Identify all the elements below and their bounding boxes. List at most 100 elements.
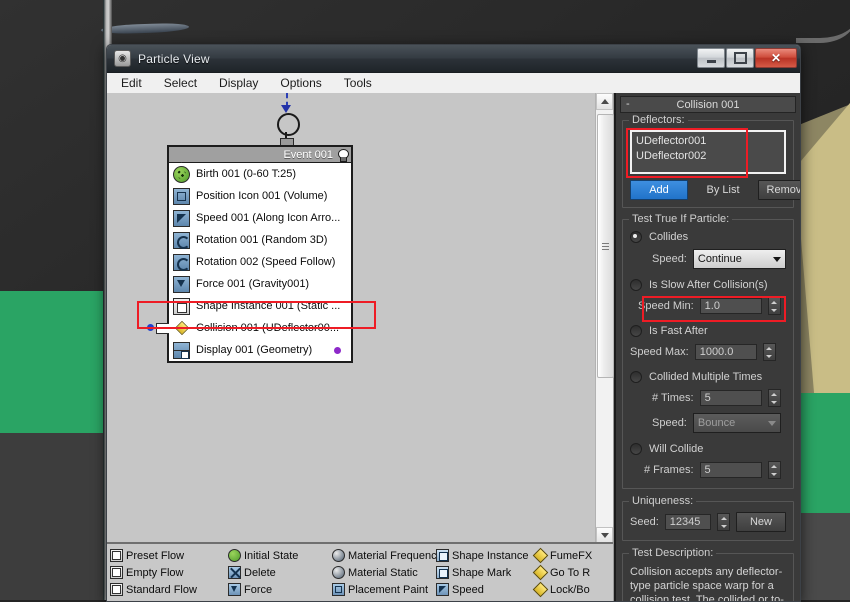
speed-min-input[interactable]: 1.0 — [699, 298, 762, 314]
frames-input[interactable]: 5 — [699, 462, 762, 478]
depot-item-initial-state[interactable]: Initial State — [228, 547, 332, 564]
bounce-speed-label: Speed: — [652, 417, 687, 429]
operator-row-rotation-001[interactable]: Rotation 001 (Random 3D) — [169, 229, 351, 251]
speed-max-spinner[interactable] — [762, 343, 776, 361]
display-color-swatch[interactable] — [334, 347, 341, 354]
operator-row-display[interactable]: Display 001 (Geometry) — [169, 339, 351, 361]
rollout-collapse-icon[interactable]: - — [626, 99, 630, 110]
flow-icon — [110, 549, 123, 562]
times-spinner[interactable] — [767, 389, 781, 407]
depot-item-label: Initial State — [244, 549, 299, 562]
radio-icon[interactable] — [630, 443, 642, 455]
bounce-speed-dropdown[interactable]: Bounce — [692, 413, 781, 433]
deflectors-group: Deflectors: UDeflector001 UDeflector002 … — [622, 114, 800, 208]
add-button[interactable]: Add — [630, 180, 688, 200]
radio-collides[interactable]: Collides — [630, 231, 786, 243]
remove-button[interactable]: Remove — [758, 180, 800, 200]
minimize-button[interactable] — [697, 48, 725, 68]
operator-row-position-icon[interactable]: Position Icon 001 (Volume) — [169, 185, 351, 207]
scrollbar-thumb[interactable] — [597, 114, 614, 378]
depot-item-go-to-rotation[interactable]: Go To R — [532, 564, 613, 581]
radio-is-slow-after-collision[interactable]: Is Slow After Collision(s) — [630, 279, 786, 291]
radio-icon[interactable] — [630, 231, 642, 243]
radio-icon[interactable] — [630, 371, 642, 383]
viewport-green-plane-left — [0, 291, 107, 433]
menu-item-tools[interactable]: Tools — [344, 76, 372, 90]
depot-item-empty-flow[interactable]: Empty Flow — [110, 564, 228, 581]
depot-item-label: Standard Flow — [126, 583, 197, 596]
radio-will-collide[interactable]: Will Collide — [630, 443, 786, 455]
list-item[interactable]: UDeflector002 — [636, 149, 780, 164]
maximize-button[interactable] — [726, 48, 754, 68]
radio-icon[interactable] — [630, 279, 642, 291]
depot-item-preset-flow[interactable]: Preset Flow — [110, 547, 228, 564]
event-header[interactable]: Event 001 — [169, 147, 351, 163]
event-canvas[interactable]: Event 001 Birth 001 (0-60 T:25) Position… — [107, 93, 596, 544]
emitter-arrow-head — [281, 105, 291, 113]
by-list-button[interactable]: By List — [694, 180, 752, 200]
operator-row-birth[interactable]: Birth 001 (0-60 T:25) — [169, 163, 351, 185]
shape-icon — [436, 549, 449, 562]
speed-dropdown[interactable]: Continue — [692, 249, 786, 269]
rollout-header-collision[interactable]: - Collision 001 — [620, 96, 796, 113]
test-output-connector[interactable] — [156, 323, 169, 334]
seed-input[interactable]: 12345 — [664, 514, 711, 530]
operator-row-rotation-002[interactable]: Rotation 002 (Speed Follow) — [169, 251, 351, 273]
frames-spinner[interactable] — [767, 461, 781, 479]
depot-item-standard-flow[interactable]: Standard Flow — [110, 581, 228, 598]
depot-item-placement-paint[interactable]: Placement Paint — [332, 581, 436, 598]
seed-spinner[interactable] — [717, 513, 730, 531]
depot-item-force[interactable]: Force — [228, 581, 332, 598]
test-icon — [532, 547, 549, 564]
scrollbar-grip-icon — [602, 242, 609, 250]
scroll-up-arrow-icon[interactable] — [596, 93, 613, 110]
event-001-box[interactable]: Event 001 Birth 001 (0-60 T:25) Position… — [147, 145, 353, 363]
close-icon: ✕ — [770, 51, 782, 65]
operator-label: Birth 001 (0-60 T:25) — [196, 168, 297, 180]
operator-label: Collision 001 (UDeflector00... — [196, 322, 340, 334]
chevron-down-icon — [767, 420, 776, 426]
deflectors-list[interactable]: UDeflector001 UDeflector002 — [630, 130, 786, 174]
depot-item-shape-mark[interactable]: Shape Mark — [436, 564, 534, 581]
depot-item-material-frequency[interactable]: Material Frequency — [332, 547, 442, 564]
operator-row-speed[interactable]: Speed 001 (Along Icon Arro... — [169, 207, 351, 229]
window-title: Particle View — [138, 51, 210, 66]
operator-row-shape-instance[interactable]: Shape Instance 001 (Static ... — [169, 295, 351, 317]
rotation-icon — [173, 231, 190, 249]
display-icon — [173, 341, 190, 359]
speed-min-spinner[interactable] — [767, 297, 781, 315]
depot-item-fumefx[interactable]: FumeFX — [532, 547, 613, 564]
particle-diagram-pane: Event 001 Birth 001 (0-60 T:25) Position… — [107, 93, 614, 601]
radio-icon[interactable] — [630, 325, 642, 337]
depot-item-shape-instance[interactable]: Shape Instance — [436, 547, 534, 564]
shape-icon — [436, 566, 449, 579]
menu-item-select[interactable]: Select — [164, 76, 197, 90]
close-button[interactable]: ✕ — [755, 48, 797, 68]
times-input[interactable]: 5 — [699, 390, 762, 406]
menu-item-display[interactable]: Display — [219, 76, 258, 90]
depot-item-delete[interactable]: Delete — [228, 564, 332, 581]
canvas-vertical-scrollbar[interactable] — [595, 93, 614, 544]
list-item[interactable]: UDeflector001 — [636, 134, 780, 149]
menu-item-options[interactable]: Options — [280, 76, 321, 90]
event-header-label: Event 001 — [283, 148, 333, 161]
depot-item-label: Preset Flow — [126, 549, 185, 562]
force-icon — [228, 583, 241, 596]
speed-max-input[interactable]: 1000.0 — [694, 344, 757, 360]
depot-item-lock-bond[interactable]: Lock/Bo — [532, 581, 613, 598]
new-seed-button[interactable]: New — [736, 512, 786, 532]
operator-row-force[interactable]: Force 001 (Gravity001) — [169, 273, 351, 295]
window-titlebar[interactable]: ◉ Particle View ✕ — [107, 45, 800, 73]
test-output-dot[interactable] — [147, 324, 154, 331]
radio-is-fast-after[interactable]: Is Fast After — [630, 325, 786, 337]
depot-item-speed[interactable]: Speed — [436, 581, 534, 598]
menu-item-edit[interactable]: Edit — [121, 76, 142, 90]
depot-panel[interactable]: Preset Flow Initial State Material Frequ… — [107, 542, 613, 601]
lightbulb-icon[interactable] — [337, 148, 349, 162]
test-description-label: Test Description: — [629, 547, 717, 559]
speed-max-row: Speed Max: 1000.0 — [630, 343, 786, 361]
depot-item-material-static[interactable]: Material Static — [332, 564, 436, 581]
particle-flow-root-node[interactable] — [277, 113, 300, 136]
radio-collided-multiple-times[interactable]: Collided Multiple Times — [630, 371, 786, 383]
operator-row-collision[interactable]: Collision 001 (UDeflector00... — [147, 317, 351, 339]
